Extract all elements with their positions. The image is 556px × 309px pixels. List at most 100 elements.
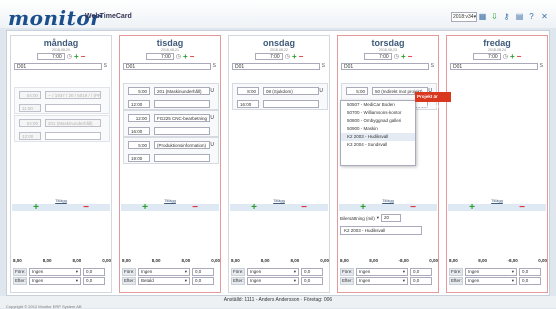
add-icon[interactable]: +: [469, 203, 475, 213]
activity-select[interactable]: 201 (Maskinunderhåll): [154, 87, 210, 95]
activity-select[interactable]: (Produktionsinformation): [154, 141, 210, 149]
after-value[interactable]: 0,0: [301, 277, 323, 285]
dropdown-option[interactable]: 50800 - Ombyggnad galleri: [341, 117, 415, 125]
remove-icon[interactable]: −: [410, 203, 416, 213]
after-select[interactable]: Ingen ▾: [247, 277, 299, 285]
dropdown-option[interactable]: 50700 - Williamsons-kontor: [341, 109, 415, 117]
after-value[interactable]: 0,0: [192, 277, 214, 285]
key-icon[interactable]: ⚷: [502, 12, 511, 22]
block-end-time[interactable]: 19:00: [128, 154, 150, 162]
start-time-input[interactable]: 7:00: [145, 53, 174, 60]
time-block[interactable]: 8:00 08 (Sjukdom) U 16:00: [232, 83, 328, 110]
after-value[interactable]: 0,0: [519, 277, 541, 285]
download-icon[interactable]: ⇩: [490, 12, 499, 22]
remove-icon[interactable]: −: [519, 203, 525, 213]
before-value[interactable]: 0,0: [301, 268, 323, 276]
block-end-time[interactable]: 11:00: [19, 104, 41, 112]
week-selector[interactable]: 2018:v34 ▾: [451, 12, 477, 22]
after-select[interactable]: Betald ▾: [138, 277, 190, 285]
time-block[interactable]: 12:00 FG225 CNC-bearbetning U 16:00: [123, 110, 219, 137]
billing-project-select[interactable]: K2 2003 - Hudiksvall: [340, 226, 422, 235]
block-start-time[interactable]: 12:00: [128, 114, 150, 122]
dropdown-option[interactable]: 50900 - Maskin: [341, 125, 415, 133]
remove-icon[interactable]: −: [192, 203, 198, 213]
start-time-input[interactable]: 7:00: [254, 53, 283, 60]
add-icon[interactable]: +: [74, 53, 79, 61]
s-label[interactable]: S: [431, 63, 434, 69]
time-block[interactable]: 5:00 (Produktionsinformation) U 19:00: [123, 137, 219, 164]
u-label[interactable]: U: [319, 88, 323, 94]
project-input[interactable]: D01: [450, 63, 538, 70]
add-icon[interactable]: +: [251, 203, 257, 213]
dropdown-option[interactable]: K3 2004 - Sundsvall: [341, 141, 415, 149]
activity-select[interactable]: -- / 1937 / 20 / 5019 / / (PP: [45, 91, 101, 99]
clock-icon[interactable]: ◷: [285, 53, 290, 60]
print-icon[interactable]: ▤: [515, 12, 524, 22]
billing-dropdown-icon[interactable]: ▾: [377, 215, 379, 221]
activity-select[interactable]: 201 (Maskinunderhåll): [45, 119, 101, 127]
before-value[interactable]: 0,0: [83, 268, 105, 276]
block-sub-select[interactable]: [154, 154, 210, 162]
remove-icon[interactable]: −: [190, 53, 195, 61]
block-sub-select[interactable]: [45, 104, 101, 112]
block-sub-select[interactable]: [45, 132, 101, 140]
remove-icon[interactable]: −: [301, 203, 307, 213]
project-input[interactable]: D01: [14, 63, 102, 70]
remove-icon[interactable]: −: [517, 53, 522, 61]
billing-value[interactable]: 20: [381, 214, 402, 222]
remove-icon[interactable]: −: [81, 53, 86, 61]
add-icon[interactable]: +: [33, 203, 39, 213]
remove-icon[interactable]: −: [408, 53, 413, 61]
add-icon[interactable]: +: [142, 203, 148, 213]
block-start-time[interactable]: 8:00: [237, 87, 259, 95]
supplement-link[interactable]: Tillägg: [447, 198, 547, 203]
s-label[interactable]: S: [213, 63, 216, 69]
start-time-input[interactable]: 7:00: [363, 53, 392, 60]
close-icon[interactable]: ✕: [540, 12, 549, 22]
dropdown-option[interactable]: K2 2003 - Hudiksvall: [341, 133, 415, 141]
before-value[interactable]: 0,0: [192, 268, 214, 276]
remove-icon[interactable]: −: [299, 53, 304, 61]
u-label[interactable]: U: [210, 115, 214, 121]
before-select[interactable]: Ingen ▾: [356, 268, 408, 276]
add-icon[interactable]: +: [183, 53, 188, 61]
block-start-time[interactable]: 04:00: [19, 91, 41, 99]
after-select[interactable]: Ingen ▾: [356, 277, 408, 285]
s-label[interactable]: S: [540, 63, 543, 69]
s-label[interactable]: S: [322, 63, 325, 69]
after-value[interactable]: 0,0: [83, 277, 105, 285]
add-icon[interactable]: +: [292, 53, 297, 61]
project-input[interactable]: D01: [232, 63, 320, 70]
block-start-time[interactable]: 04:00: [19, 119, 41, 127]
help-icon[interactable]: ?: [527, 12, 536, 22]
project-dropdown[interactable]: 50507 - MediCar Boden 50700 - Williamsons…: [340, 100, 416, 166]
block-start-time[interactable]: 5:00: [128, 87, 150, 95]
before-select[interactable]: Ingen ▾: [29, 268, 81, 276]
calendar-icon[interactable]: ▦: [478, 12, 487, 22]
before-value[interactable]: 0,0: [519, 268, 541, 276]
before-value[interactable]: 0,0: [410, 268, 432, 276]
clock-icon[interactable]: ◷: [503, 53, 508, 60]
dropdown-option[interactable]: 50507 - MediCar Boden: [341, 101, 415, 109]
supplement-link[interactable]: Tillägg: [229, 198, 329, 203]
activity-select[interactable]: 08 (Sjukdom): [263, 87, 319, 95]
add-icon[interactable]: +: [401, 53, 406, 61]
project-input[interactable]: D01: [341, 63, 429, 70]
u-label[interactable]: U: [210, 88, 214, 94]
start-time-input[interactable]: 7:00: [472, 53, 501, 60]
remove-icon[interactable]: −: [83, 203, 89, 213]
start-time-input[interactable]: 7:00: [36, 53, 65, 60]
clock-icon[interactable]: ◷: [67, 53, 72, 60]
before-select[interactable]: Ingen ▾: [465, 268, 517, 276]
u-label[interactable]: U: [210, 142, 214, 148]
block-end-time[interactable]: 16:00: [237, 100, 259, 108]
before-select[interactable]: Ingen ▾: [138, 268, 190, 276]
activity-select[interactable]: FG225 CNC-bearbetning: [154, 114, 210, 122]
block-sub-select[interactable]: [263, 100, 319, 108]
block-start-time[interactable]: 5:00: [346, 87, 368, 95]
time-block[interactable]: 04:00 201 (Maskinunderhåll) 12:00: [14, 115, 110, 142]
block-end-time[interactable]: 12:00: [128, 100, 150, 108]
time-block[interactable]: 5:00 201 (Maskinunderhåll) U 12:00: [123, 83, 219, 110]
block-sub-select[interactable]: [154, 127, 210, 135]
block-start-time[interactable]: 5:00: [128, 141, 150, 149]
